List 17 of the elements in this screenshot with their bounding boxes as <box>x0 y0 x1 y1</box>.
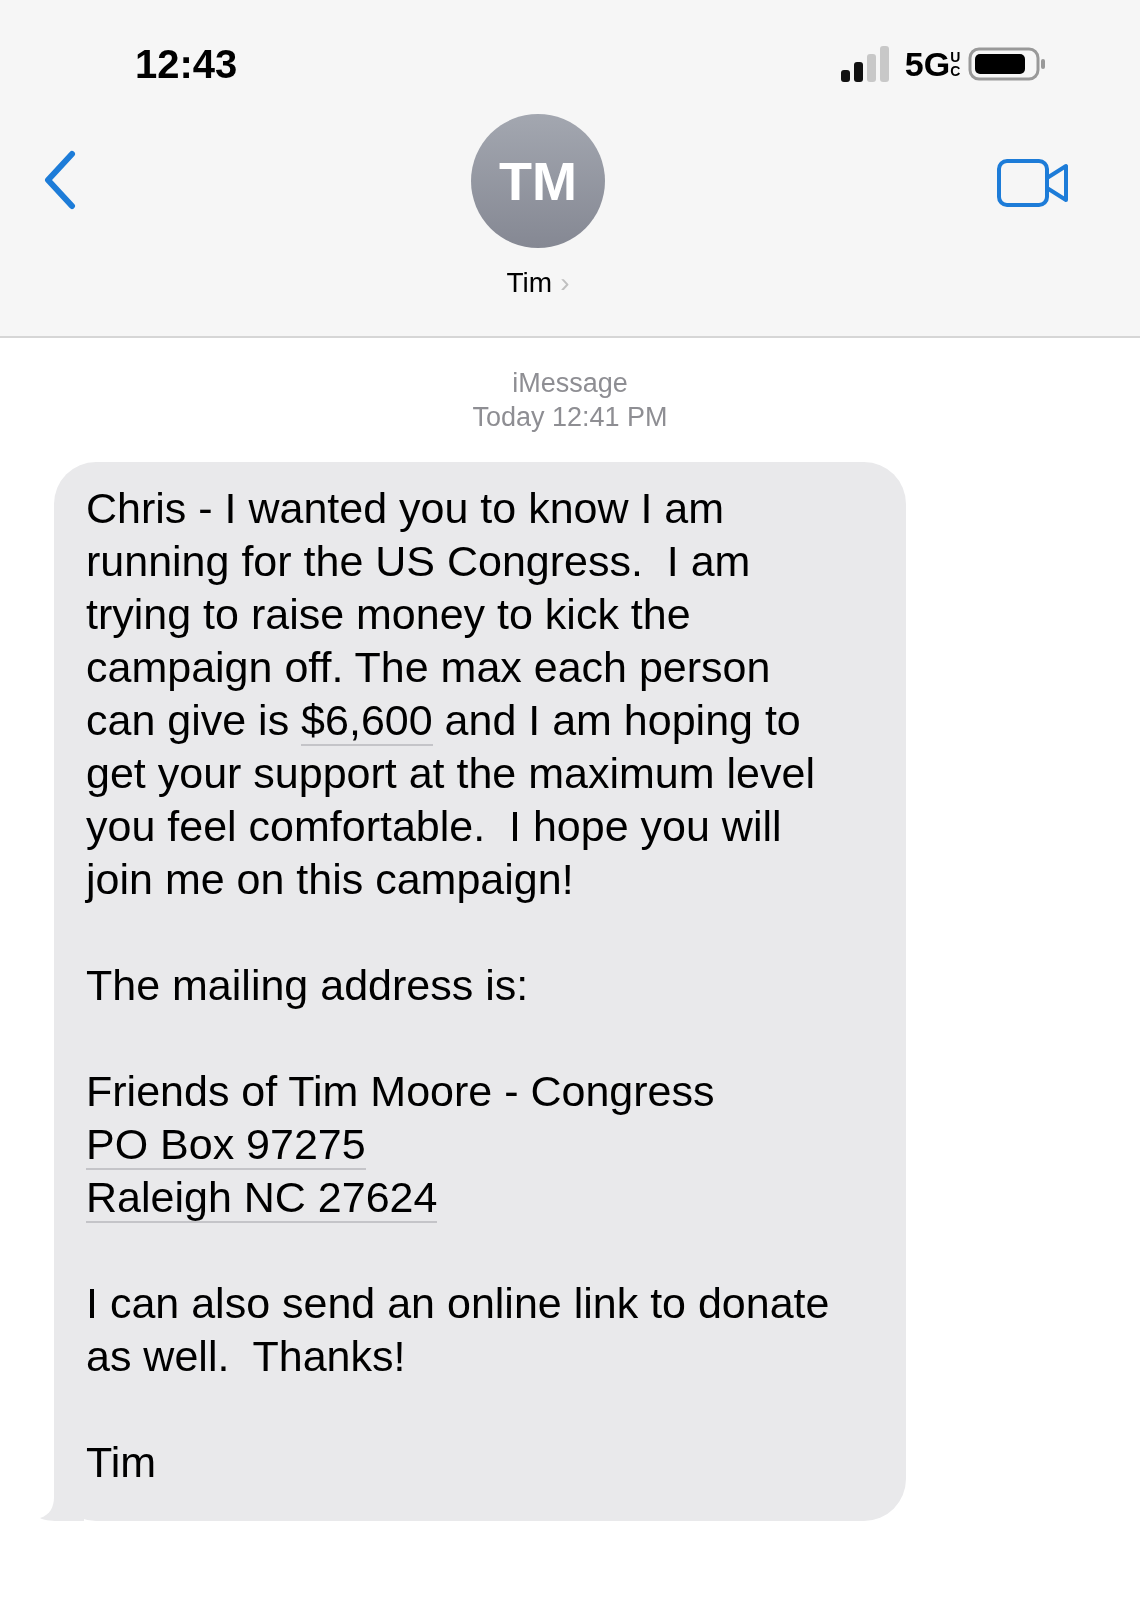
service-label: iMessage <box>512 367 628 400</box>
status-time: 12:43 <box>135 44 238 84</box>
message-paragraph: Friends of Tim Moore - Congress PO Box 97275 Raleigh NC 27624 <box>86 1066 716 1224</box>
message-paragraph: Chris - I wanted you to know I am running for the US Congress. I am trying to raise money to kick the campaign off. The max each person can give is $6,600 and I am hoping to get your support at the maximum level you feel comfortable. I hope you will join me on this campaign! <box>86 483 816 905</box>
detected-link[interactable]: PO Box 97275 <box>86 1120 366 1170</box>
message-paragraph: I can also send an online link to donate as well. Thanks! <box>86 1278 831 1382</box>
battery-icon <box>968 46 1048 82</box>
network-type-label: UC <box>950 50 958 78</box>
chevron-icon: › <box>560 262 570 304</box>
network-label: 5G <box>904 47 951 81</box>
message-paragraph: The mailing address is: <box>86 960 530 1011</box>
message-paragraph: Tim <box>86 1437 158 1488</box>
detected-link[interactable]: Raleigh NC 27624 <box>86 1173 438 1223</box>
message-timestamp: Today 12:41 PM <box>472 401 668 434</box>
video-call-icon[interactable] <box>996 158 1070 208</box>
detected-link[interactable]: $6,600 <box>301 696 433 746</box>
contact-name[interactable]: Tim <box>506 262 553 304</box>
